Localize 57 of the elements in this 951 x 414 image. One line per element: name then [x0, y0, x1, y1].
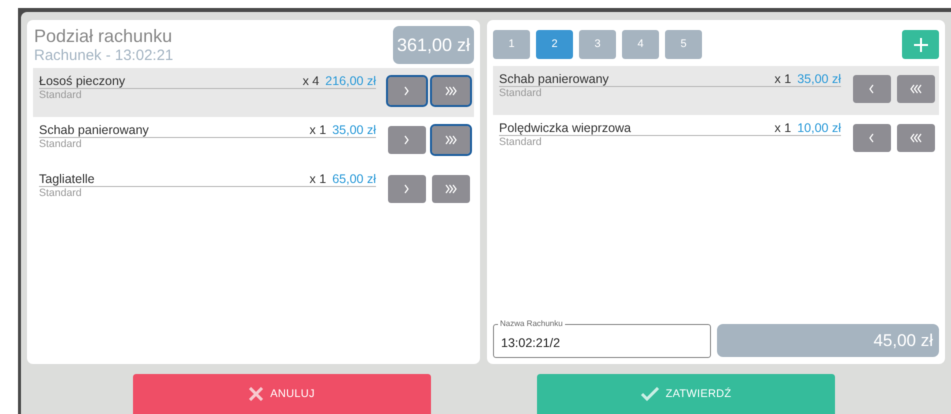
- item-price: 216,00 zł: [325, 74, 376, 88]
- item-name: Polędwiczka wieprzowa: [499, 121, 632, 135]
- triple-chevron-right-icon: [445, 184, 457, 194]
- chevron-right-icon: [404, 86, 410, 96]
- move-all-button[interactable]: [432, 175, 470, 203]
- item-name: Tagliatelle: [39, 172, 96, 186]
- triple-chevron-left-icon: [910, 133, 922, 143]
- item-quantity: x 4: [302, 74, 320, 88]
- item-price: 10,00 zł: [797, 121, 841, 135]
- chevron-right-icon: [404, 184, 410, 194]
- item-quantity: x 1: [774, 72, 792, 86]
- bill-tab[interactable]: 5: [665, 30, 702, 59]
- add-bill-button[interactable]: [902, 30, 939, 59]
- item-variant: Standard: [39, 138, 83, 151]
- chevron-right-icon: [404, 135, 410, 145]
- move-all-button[interactable]: [432, 126, 470, 154]
- dialog-title: Podział rachunku: [34, 26, 174, 47]
- split-total: 45,00 zł: [717, 324, 939, 357]
- bill-tab[interactable]: 1: [493, 30, 530, 59]
- plus-icon: [914, 38, 928, 52]
- bill-subtitle: Rachunek - 13:02:21: [34, 47, 174, 65]
- item-variant: Standard: [499, 136, 543, 149]
- move-back-all-button[interactable]: [897, 124, 935, 152]
- move-one-button[interactable]: [388, 126, 426, 154]
- triple-chevron-right-icon: [445, 86, 457, 96]
- item-variant: Standard: [39, 187, 83, 200]
- field-label: Nazwa Rachunku: [498, 318, 565, 329]
- order-item-row[interactable]: Łosoś pieczony x 4 216,00 zł Standard: [33, 68, 474, 117]
- bill-total: 361,00 zł: [393, 26, 474, 64]
- cancel-button[interactable]: ANULUJ: [133, 374, 431, 414]
- chevron-left-icon: [869, 133, 875, 143]
- item-variant: Standard: [39, 89, 83, 102]
- item-name: Łosoś pieczony: [39, 74, 126, 88]
- item-variant: Standard: [499, 87, 543, 100]
- item-quantity: x 1: [310, 123, 326, 137]
- bill-tab[interactable]: 4: [622, 30, 659, 59]
- confirm-button[interactable]: ZATWIERDŹ: [537, 374, 835, 414]
- item-quantity: x 1: [310, 172, 326, 186]
- move-back-one-button[interactable]: [853, 124, 891, 152]
- move-one-button[interactable]: [388, 175, 426, 203]
- close-icon: [249, 387, 264, 401]
- bill-tab[interactable]: 3: [579, 30, 616, 59]
- item-price: 35,00 zł: [332, 123, 376, 137]
- item-price: 65,00 zł: [332, 172, 376, 186]
- triple-chevron-left-icon: [910, 84, 922, 94]
- item-name: Schab panierowany: [499, 72, 610, 86]
- check-icon: [640, 387, 659, 401]
- item-name: Schab panierowany: [39, 123, 150, 137]
- bill-tab[interactable]: 2: [536, 30, 573, 59]
- order-item-row[interactable]: Schab panierowany x 1 35,00 zł Standard: [493, 66, 939, 115]
- item-price: 35,00 zł: [797, 72, 841, 86]
- move-back-all-button[interactable]: [897, 75, 935, 103]
- item-quantity: x 1: [774, 121, 792, 135]
- move-all-button[interactable]: [432, 77, 470, 105]
- move-back-one-button[interactable]: [853, 75, 891, 103]
- triple-chevron-right-icon: [445, 135, 457, 145]
- chevron-left-icon: [869, 84, 875, 94]
